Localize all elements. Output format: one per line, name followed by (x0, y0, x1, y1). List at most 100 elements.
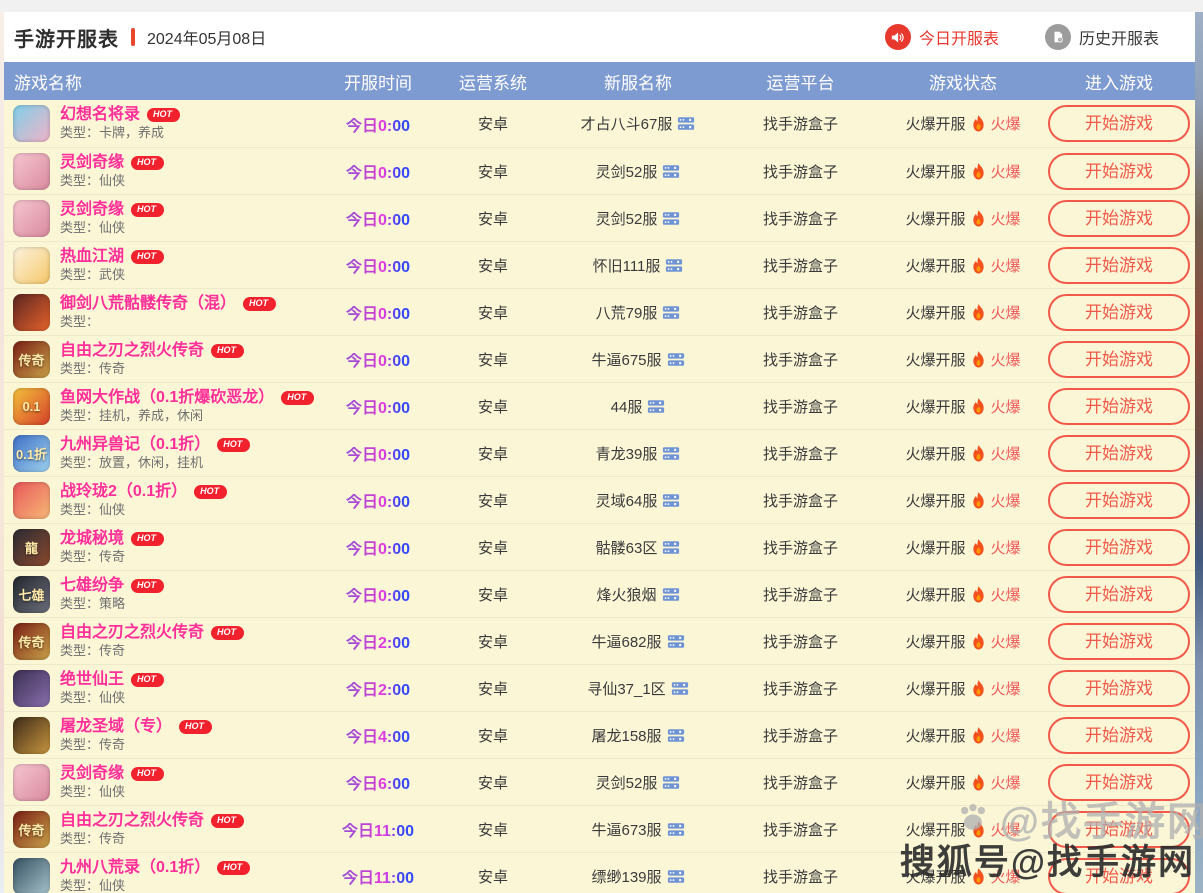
game-name-cell: 灵剑奇缘 HOT 类型：仙侠 (4, 764, 328, 801)
status-text: 火爆开服 (905, 302, 965, 323)
game-icon[interactable] (13, 105, 50, 142)
table-row: 御剑八荒骷髅传奇（混） HOT 类型： 今日0:00 安卓 八荒79服 找手游盒… (4, 288, 1195, 335)
open-time: 今日2:00 (346, 635, 410, 652)
col-header-os: 运营系统 (428, 69, 558, 94)
start-game-button[interactable]: 开始游戏 (1048, 153, 1190, 190)
hot-badge: HOT (211, 344, 244, 358)
server-name: 灵剑52服 (596, 208, 658, 229)
game-name-link[interactable]: 幻想名将录 (60, 105, 140, 125)
server-icon (667, 869, 685, 884)
game-icon[interactable] (13, 153, 50, 190)
status-hot-text: 火爆 (991, 208, 1021, 229)
start-game-button[interactable]: 开始游戏 (1048, 670, 1190, 707)
game-name-cell: 绝世仙王 HOT 类型：仙侠 (4, 670, 328, 707)
start-game-button[interactable]: 开始游戏 (1048, 717, 1190, 754)
game-icon[interactable]: 传奇 (13, 811, 50, 848)
table-row: 九州八荒录（0.1折） HOT 类型：仙侠 今日11:00 安卓 缥缈139服 … (4, 852, 1195, 893)
game-icon[interactable] (13, 200, 50, 237)
open-time: 今日0:00 (346, 494, 410, 511)
start-game-button[interactable]: 开始游戏 (1048, 247, 1190, 284)
game-name-link[interactable]: 热血江湖 (60, 247, 124, 267)
game-name-link[interactable]: 七雄纷争 (60, 576, 124, 596)
status-hot-text: 火爆 (991, 584, 1021, 605)
status-hot-text: 火爆 (991, 255, 1021, 276)
start-game-button[interactable]: 开始游戏 (1048, 576, 1190, 613)
game-icon[interactable]: 七雄 (13, 576, 50, 613)
col-header-enter-game: 进入游戏 (1043, 69, 1195, 94)
game-name-cell: 0.1 鱼网大作战（0.1折爆砍恶龙） HOT 类型：挂机，养成，休闲 (4, 388, 328, 425)
start-game-button[interactable]: 开始游戏 (1048, 858, 1190, 893)
os-value: 安卓 (428, 255, 558, 276)
server-icon (662, 587, 680, 602)
game-name-link[interactable]: 九州八荒录（0.1折） (60, 858, 210, 878)
start-game-button[interactable]: 开始游戏 (1048, 482, 1190, 519)
game-status-cell: 火爆开服 火爆 (883, 443, 1043, 464)
game-name-link[interactable]: 御剑八荒骷髅传奇（混） (60, 294, 236, 314)
start-game-button[interactable]: 开始游戏 (1048, 764, 1190, 801)
start-game-button[interactable]: 开始游戏 (1048, 529, 1190, 566)
game-icon[interactable]: 传奇 (13, 341, 50, 378)
server-icon (662, 211, 680, 226)
server-name-cell: 灵剑52服 (558, 161, 718, 182)
today-open-list-button[interactable]: 今日开服表 (885, 24, 999, 50)
status-text: 火爆开服 (905, 443, 965, 464)
flame-icon (971, 633, 986, 650)
game-icon[interactable] (13, 247, 50, 284)
game-icon[interactable] (13, 670, 50, 707)
start-game-button[interactable]: 开始游戏 (1048, 811, 1190, 848)
game-name-link[interactable]: 龙城秘境 (60, 529, 124, 549)
start-game-button[interactable]: 开始游戏 (1048, 294, 1190, 331)
flame-icon (971, 163, 986, 180)
game-type: 类型：传奇 (60, 549, 164, 565)
start-game-button[interactable]: 开始游戏 (1048, 105, 1190, 142)
game-icon[interactable] (13, 717, 50, 754)
server-name-cell: 灵剑52服 (558, 772, 718, 793)
game-icon[interactable] (13, 764, 50, 801)
history-open-list-button[interactable]: 历史开服表 (1045, 24, 1159, 50)
game-icon[interactable] (13, 294, 50, 331)
open-time: 今日0:00 (346, 447, 410, 464)
start-game-button[interactable]: 开始游戏 (1048, 435, 1190, 472)
game-name-link[interactable]: 灵剑奇缘 (60, 200, 124, 220)
game-status-cell: 火爆开服 火爆 (883, 349, 1043, 370)
open-time: 今日0:00 (346, 541, 410, 558)
game-icon[interactable]: 0.1 (13, 388, 50, 425)
start-game-button[interactable]: 开始游戏 (1048, 200, 1190, 237)
status-text: 火爆开服 (905, 819, 965, 840)
game-name-link[interactable]: 战玲珑2（0.1折） (60, 482, 187, 502)
server-name-cell: 牛逼682服 (558, 631, 718, 652)
game-type: 类型：武侠 (60, 267, 164, 283)
game-name-cell: 传奇 自由之刃之烈火传奇 HOT 类型：传奇 (4, 341, 328, 378)
start-game-button[interactable]: 开始游戏 (1048, 623, 1190, 660)
hot-badge: HOT (211, 626, 244, 640)
os-value: 安卓 (428, 537, 558, 558)
game-type: 类型：仙侠 (60, 784, 164, 800)
server-name-cell: 牛逼673服 (558, 819, 718, 840)
game-icon[interactable] (13, 858, 50, 893)
game-status-cell: 火爆开服 火爆 (883, 584, 1043, 605)
game-name-cell: 传奇 自由之刃之烈火传奇 HOT 类型：传奇 (4, 811, 328, 848)
os-value: 安卓 (428, 631, 558, 652)
game-name-link[interactable]: 自由之刃之烈火传奇 (60, 623, 204, 643)
server-icon (667, 822, 685, 837)
status-text: 火爆开服 (905, 490, 965, 511)
server-name-cell: 才占八斗67服 (558, 113, 718, 134)
game-icon[interactable]: 0.1折 (13, 435, 50, 472)
game-name-link[interactable]: 屠龙圣域（专） (60, 717, 172, 737)
hot-badge: HOT (131, 250, 164, 264)
game-name-link[interactable]: 灵剑奇缘 (60, 764, 124, 784)
game-name-cell: 九州八荒录（0.1折） HOT 类型：仙侠 (4, 858, 328, 893)
game-name-link[interactable]: 鱼网大作战（0.1折爆砍恶龙） (60, 388, 274, 408)
game-name-link[interactable]: 灵剑奇缘 (60, 153, 124, 173)
game-name-link[interactable]: 自由之刃之烈火传奇 (60, 811, 204, 831)
game-icon[interactable]: 传奇 (13, 623, 50, 660)
server-name-cell: 缥缈139服 (558, 866, 718, 887)
start-game-button[interactable]: 开始游戏 (1048, 388, 1190, 425)
game-name-link[interactable]: 自由之刃之烈火传奇 (60, 341, 204, 361)
game-name-link[interactable]: 绝世仙王 (60, 670, 124, 690)
game-icon[interactable]: 龍 (13, 529, 50, 566)
game-name-link[interactable]: 九州异兽记（0.1折） (60, 435, 210, 455)
status-hot-text: 火爆 (991, 490, 1021, 511)
start-game-button[interactable]: 开始游戏 (1048, 341, 1190, 378)
game-icon[interactable] (13, 482, 50, 519)
